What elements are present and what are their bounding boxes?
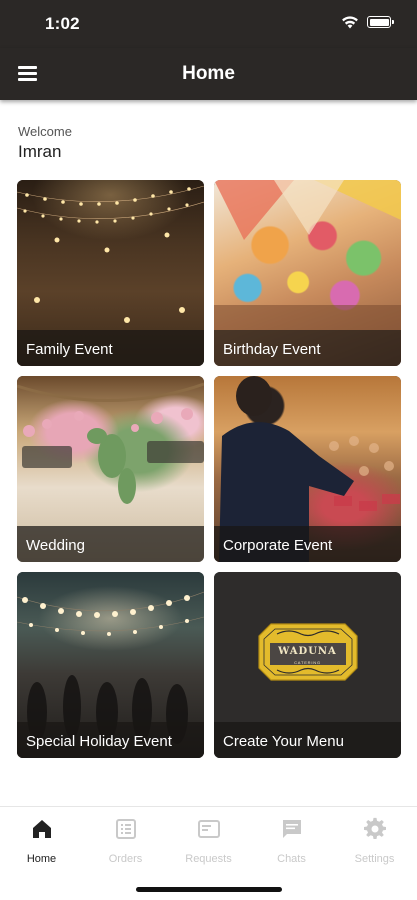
battery-icon bbox=[367, 16, 394, 28]
tab-settings[interactable]: Settings bbox=[333, 817, 416, 865]
tab-chats[interactable]: Chats bbox=[250, 817, 333, 865]
tab-label: Settings bbox=[354, 853, 395, 865]
system-icons bbox=[341, 15, 394, 29]
card-corporate-event[interactable]: Corporate Event bbox=[214, 376, 401, 562]
tab-label: Requests bbox=[185, 853, 232, 865]
tab-orders[interactable]: Orders bbox=[84, 817, 167, 865]
card-family-event[interactable]: Family Event bbox=[17, 180, 204, 366]
chat-icon bbox=[282, 820, 301, 838]
card-label: Corporate Event bbox=[214, 526, 401, 562]
tab-label: Chats bbox=[277, 853, 306, 865]
card-label: Special Holiday Event bbox=[17, 722, 204, 758]
card-label: Wedding bbox=[17, 526, 204, 562]
status-bar: 1:02 bbox=[0, 0, 417, 48]
user-name: Imran bbox=[18, 142, 62, 161]
card-label: Birthday Event bbox=[214, 330, 401, 366]
logo-subtitle: CATERING bbox=[294, 660, 321, 665]
welcome-block: Welcome Imran bbox=[18, 124, 72, 162]
card-create-your-menu[interactable]: WADUNA CATERING Create Your Menu bbox=[214, 572, 401, 758]
event-category-grid: Family Event Birthday Event Wedding Corp… bbox=[17, 180, 401, 758]
logo-title: WADUNA bbox=[278, 646, 337, 657]
page-title: Home bbox=[182, 63, 235, 84]
app-bar: Home bbox=[0, 48, 417, 100]
tab-label: Home bbox=[26, 853, 57, 865]
card-special-holiday-event[interactable]: Special Holiday Event bbox=[17, 572, 204, 758]
tab-home[interactable]: Home bbox=[0, 817, 83, 865]
gear-icon bbox=[363, 817, 386, 840]
requests-icon bbox=[197, 820, 220, 838]
card-label: Family Event bbox=[17, 330, 204, 366]
welcome-label: Welcome bbox=[18, 124, 72, 139]
waduna-logo: WADUNA CATERING bbox=[257, 620, 359, 684]
orders-icon bbox=[115, 819, 136, 839]
tab-requests[interactable]: Requests bbox=[167, 817, 250, 865]
status-time: 1:02 bbox=[45, 14, 80, 33]
wifi-icon bbox=[342, 16, 358, 29]
home-indicator bbox=[136, 887, 282, 892]
home-icon bbox=[32, 820, 51, 838]
bottom-tab-bar: Home Orders Requests Chats Settings bbox=[0, 806, 417, 900]
card-wedding[interactable]: Wedding bbox=[17, 376, 204, 562]
tab-label: Orders bbox=[108, 853, 143, 865]
card-birthday-event[interactable]: Birthday Event bbox=[214, 180, 401, 366]
card-label: Create Your Menu bbox=[214, 722, 401, 758]
